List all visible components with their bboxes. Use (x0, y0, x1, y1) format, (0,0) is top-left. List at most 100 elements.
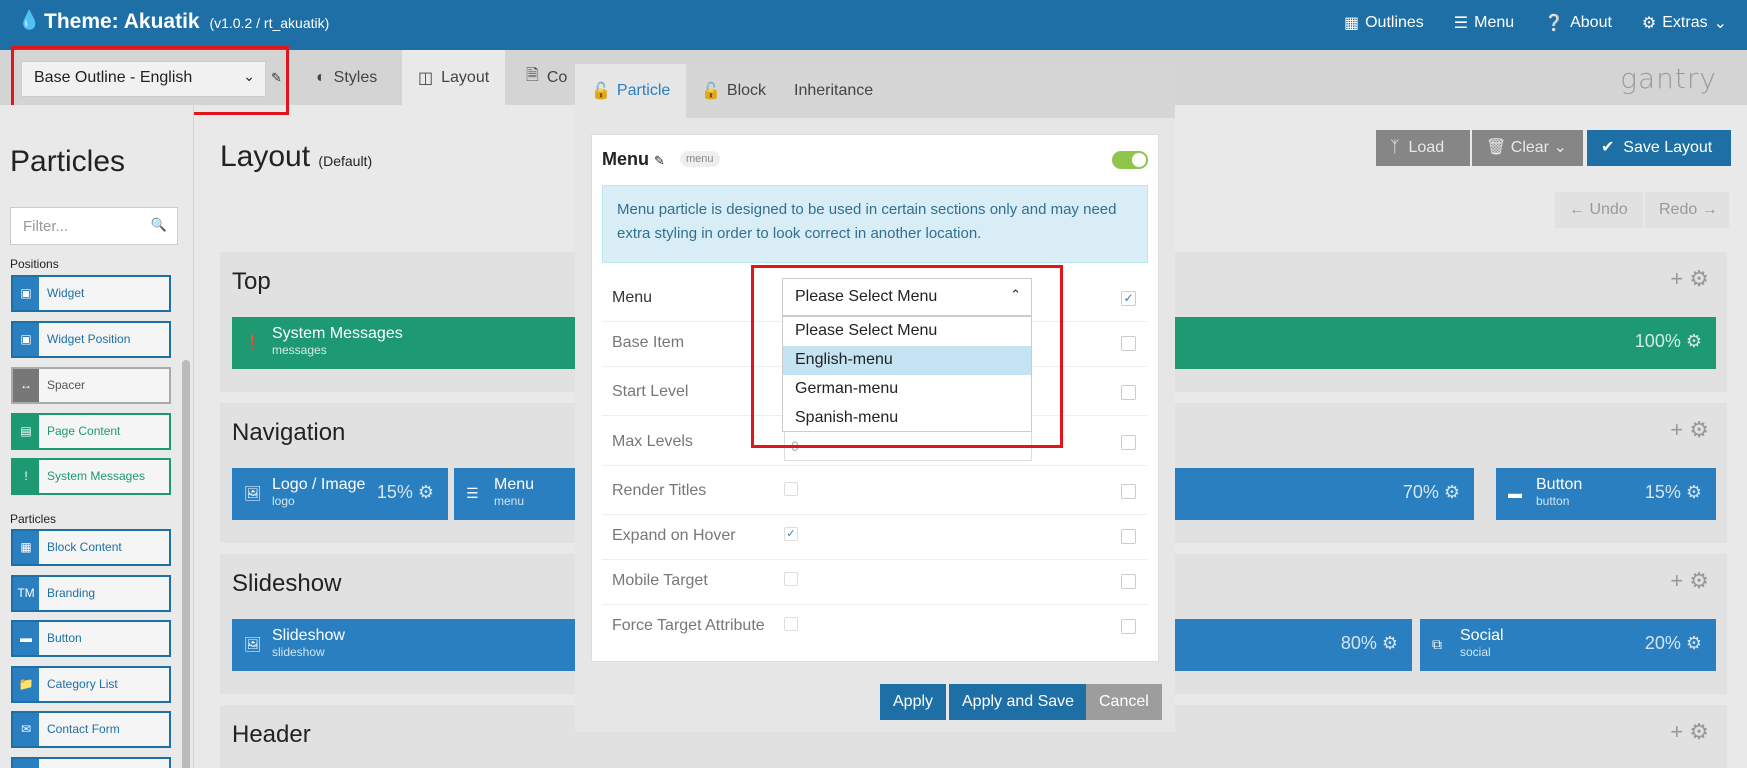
override-checkbox-expand-on-hover[interactable] (1121, 529, 1136, 544)
top-nav: ▦ Outlines ☰ Menu ❔ About ⚙ Extras ⌄ (1344, 13, 1727, 33)
chevron-down-icon: ⌄ (1553, 139, 1567, 156)
gear-icon[interactable]: ⚙ (1444, 482, 1460, 502)
cancel-button[interactable]: Cancel (1086, 684, 1162, 720)
nav-outlines[interactable]: ▦ Outlines (1344, 13, 1424, 33)
gear-icon[interactable]: ⚙ (1689, 719, 1715, 744)
sidebar-item-next[interactable] (11, 757, 171, 768)
override-checkbox-mobile-target[interactable] (1121, 574, 1136, 589)
sidebar-item-branding[interactable]: TM Branding (11, 575, 171, 612)
filter-input[interactable]: Filter... 🔍 (10, 207, 178, 245)
grid-icon: ▦ (1343, 15, 1360, 32)
load-button[interactable]: ᛉ Load (1376, 130, 1470, 166)
override-checkbox-start-level[interactable] (1121, 385, 1136, 400)
gear-icon[interactable]: ⚙ (1686, 331, 1702, 351)
drop-icon: 💧 (18, 10, 41, 30)
tab-layout[interactable]: ◫ Layout (402, 50, 506, 105)
pencil-icon[interactable]: ✎ (654, 153, 665, 168)
field-row-render-titles: Render Titles (602, 470, 1148, 515)
tab-particle[interactable]: 🔓 Particle (575, 64, 687, 118)
particle-type-badge: menu (680, 151, 720, 167)
nav-about[interactable]: ❔ About (1544, 13, 1612, 33)
sidebar-item-block-content[interactable]: ▦ Block Content (11, 529, 171, 566)
modal-footer: Apply Apply and Save Cancel (575, 678, 1175, 732)
particles-sidebar: Particles Filter... 🔍 Positions ▣ Widget … (0, 105, 194, 768)
undo-button[interactable]: ← Undo (1555, 192, 1643, 228)
nav-menu[interactable]: ☰ Menu (1454, 13, 1514, 33)
block-social[interactable]: ⧉ Social social 20% ⚙ (1420, 619, 1716, 671)
gear-icon[interactable]: ⚙ (1686, 633, 1702, 653)
menu-icon: ☰ (466, 485, 479, 501)
trademark-icon: TM (13, 577, 39, 610)
page-icon: ▤ (13, 415, 39, 448)
layout-icon: ◫ (418, 69, 434, 87)
sidebar-item-page-content[interactable]: ▤ Page Content (11, 413, 171, 450)
gear-icon[interactable]: ⚙ (1689, 266, 1715, 291)
gear-icon: ⚙ (1641, 15, 1657, 32)
override-checkbox-menu[interactable]: ✓ (1121, 291, 1136, 306)
gear-icon[interactable]: ⚙ (1689, 417, 1715, 442)
fork-icon: ᛉ (1390, 139, 1400, 156)
sidebar-item-widget-position[interactable]: ▣ Widget Position (11, 321, 171, 358)
block-button[interactable]: ▬ Button button 15% ⚙ (1496, 468, 1716, 520)
sidebar-item-spacer[interactable]: ↔ Spacer (11, 367, 171, 404)
render-titles-checkbox[interactable] (784, 482, 798, 496)
widget-icon: ▣ (13, 277, 39, 310)
folder-icon: 📁 (13, 668, 39, 701)
inbox-icon: ✉ (13, 713, 39, 746)
field-row-mobile-target: Mobile Target (602, 560, 1148, 605)
nav-extras[interactable]: ⚙ Extras ⌄ (1642, 13, 1727, 33)
arrow-right-icon: → (1701, 201, 1718, 218)
save-layout-button[interactable]: ✔ Save Layout (1587, 130, 1731, 166)
top-bar: 💧 Theme: Akuatik (v1.0.2 / rt_akuatik) ▦… (0, 0, 1747, 50)
expand-on-hover-checkbox[interactable]: ✓ (784, 527, 798, 541)
override-checkbox-force-target[interactable] (1121, 619, 1136, 634)
highlight-box-menu-select (751, 265, 1063, 448)
arrow-left-icon: ← (1569, 201, 1585, 218)
tab-styles[interactable]: ◐ Styles (300, 50, 393, 105)
trash-icon: 🗑 (1486, 139, 1507, 156)
field-row-expand-on-hover: Expand on Hover ✓ (602, 515, 1148, 560)
sidebar-item-widget[interactable]: ▣ Widget (11, 275, 171, 312)
redo-button[interactable]: Redo → (1645, 192, 1729, 228)
sidebar-item-category-list[interactable]: 📁 Category List (11, 666, 171, 703)
block-logo[interactable]: 🖼 Logo / Image logo 15% ⚙ (232, 468, 448, 520)
tab-block[interactable]: 🔓 Block (685, 64, 782, 118)
share-icon: ⧉ (1432, 636, 1442, 652)
override-checkbox-render-titles[interactable] (1121, 484, 1136, 499)
unlock-icon: 🔓 (591, 83, 611, 100)
page-title: Layout (Default) (220, 140, 373, 173)
force-target-checkbox[interactable] (784, 617, 798, 631)
gear-icon[interactable]: ⚙ (418, 482, 434, 502)
sidebar-item-button[interactable]: ▬ Button (11, 620, 171, 657)
widget-icon: ▣ (13, 323, 39, 356)
document-icon: 🗎 (526, 67, 539, 84)
enabled-toggle[interactable] (1112, 151, 1148, 169)
add-icon[interactable]: + (1670, 266, 1689, 291)
sidebar-item-contact-form[interactable]: ✉ Contact Form (11, 711, 171, 748)
tab-inheritance[interactable]: Inheritance (778, 64, 889, 118)
modal-tabs: 🔓 Particle 🔓 Block Inheritance (575, 64, 1175, 118)
gantry-logo: gantry (1620, 62, 1717, 95)
contrast-icon: ◐ (316, 68, 326, 86)
apply-and-save-button[interactable]: Apply and Save (949, 684, 1088, 720)
override-checkbox-base-item[interactable] (1121, 336, 1136, 351)
particle-icon (13, 759, 39, 768)
theme-name: Theme: Akuatik (44, 10, 200, 33)
mobile-target-checkbox[interactable] (784, 572, 798, 586)
apply-button[interactable]: Apply (880, 684, 947, 720)
sidebar-scrollbar[interactable] (182, 360, 190, 768)
tab-content[interactable]: 🗎 Co (510, 50, 583, 105)
sidebar-item-system-messages[interactable]: ! System Messages (11, 458, 171, 495)
add-icon[interactable]: + (1670, 568, 1689, 593)
gear-icon[interactable]: ⚙ (1686, 482, 1702, 502)
add-icon[interactable]: + (1670, 417, 1689, 442)
override-checkbox-max-levels[interactable] (1121, 435, 1136, 450)
clear-button[interactable]: 🗑 Clear ⌄ (1472, 130, 1583, 166)
grid-icon: ▦ (13, 531, 39, 564)
gear-icon[interactable]: ⚙ (1689, 568, 1715, 593)
add-icon[interactable]: + (1670, 719, 1689, 744)
positions-label: Positions (10, 257, 59, 271)
theme-title: Theme: Akuatik (v1.0.2 / rt_akuatik) (44, 10, 329, 34)
gear-icon[interactable]: ⚙ (1382, 633, 1398, 653)
image-icon: 🖼 (244, 485, 262, 501)
